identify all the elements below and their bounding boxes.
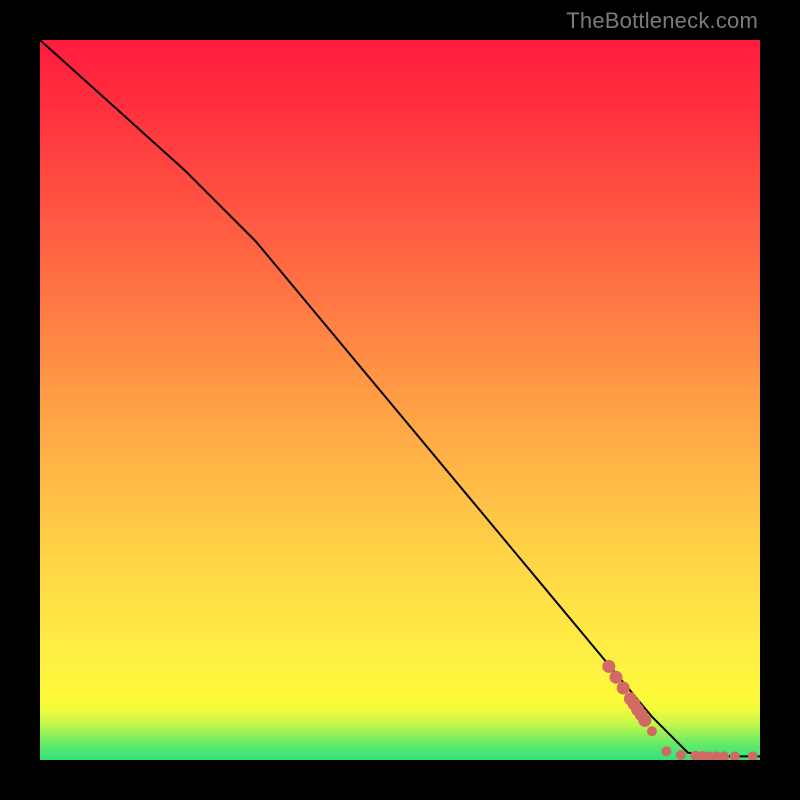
- plot-area: [40, 40, 760, 760]
- marker-point: [647, 726, 657, 736]
- marker-point: [661, 746, 671, 756]
- marker-point: [676, 750, 686, 760]
- curve-line: [40, 40, 760, 756]
- marker-point: [719, 751, 729, 760]
- marker-point: [610, 671, 623, 684]
- marker-point: [617, 682, 630, 695]
- marker-point: [730, 751, 740, 760]
- watermark-text: TheBottleneck.com: [566, 8, 758, 34]
- marker-point: [602, 660, 615, 673]
- marker-point: [748, 751, 758, 760]
- marker-point: [638, 714, 651, 727]
- chart-overlay: [40, 40, 760, 760]
- chart-container: TheBottleneck.com: [0, 0, 800, 800]
